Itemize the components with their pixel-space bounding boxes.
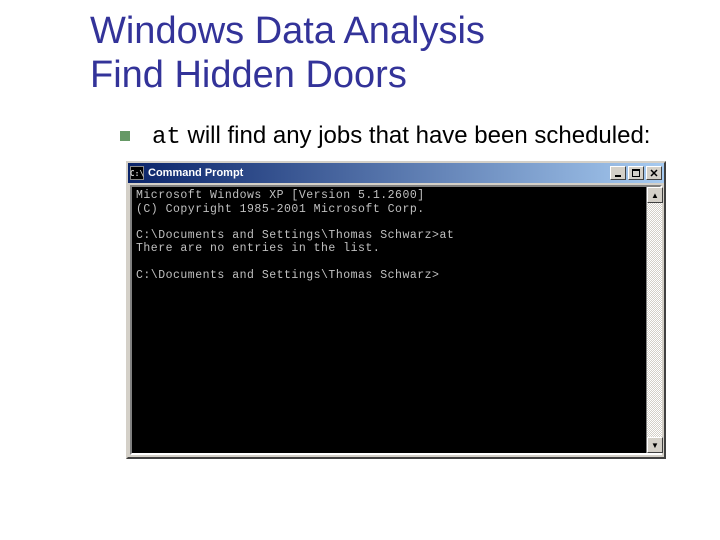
- command-prompt-window: C:\ Command Prompt Microsoft Windows X: [126, 161, 666, 459]
- console-output[interactable]: Microsoft Windows XP [Version 5.1.2600] …: [130, 185, 662, 455]
- maximize-button[interactable]: [628, 166, 644, 180]
- bullet-rest: will find any jobs that have been schedu…: [181, 122, 651, 149]
- cmd-icon: C:\: [130, 166, 144, 180]
- slide-title: Windows Data Analysis Find Hidden Doors: [90, 10, 690, 97]
- title-line-1: Windows Data Analysis: [90, 10, 485, 52]
- vertical-scrollbar[interactable]: ▲ ▼: [646, 187, 662, 453]
- bullet-item: at will find any jobs that have been sch…: [120, 121, 690, 153]
- scrollbar-track[interactable]: [647, 203, 662, 437]
- close-button[interactable]: [646, 166, 662, 180]
- chevron-down-icon: ▼: [651, 441, 659, 450]
- bullet-square-icon: [120, 131, 130, 141]
- chevron-up-icon: ▲: [651, 191, 659, 200]
- scroll-up-button[interactable]: ▲: [647, 187, 663, 203]
- title-line-2: Find Hidden Doors: [90, 54, 407, 96]
- bullet-text: at will find any jobs that have been sch…: [152, 121, 650, 153]
- minimize-button[interactable]: [610, 166, 626, 180]
- window-controls: [610, 166, 662, 180]
- bullet-command: at: [152, 124, 181, 151]
- cmd-icon-label: C:\: [130, 169, 144, 178]
- window-title: Command Prompt: [148, 167, 610, 179]
- scroll-down-button[interactable]: ▼: [647, 437, 663, 453]
- titlebar[interactable]: C:\ Command Prompt: [128, 163, 664, 183]
- slide: Windows Data Analysis Find Hidden Doors …: [0, 0, 720, 540]
